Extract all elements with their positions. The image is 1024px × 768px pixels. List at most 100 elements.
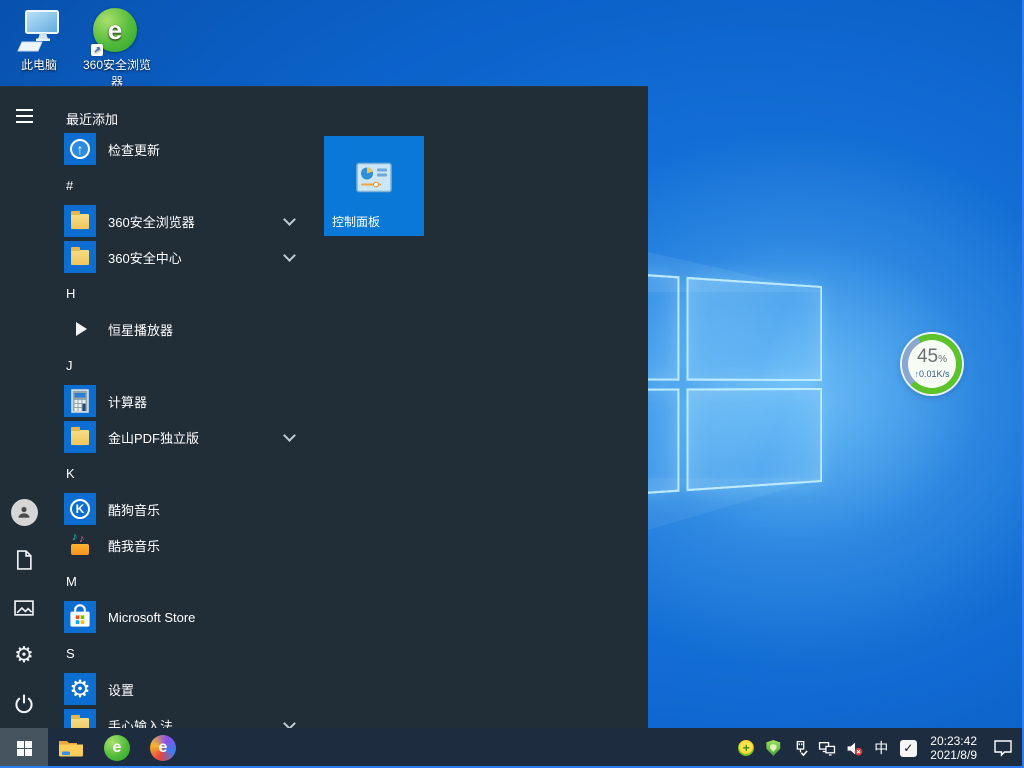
- settings-gear-icon: [64, 673, 96, 705]
- user-avatar: [11, 499, 38, 526]
- kuwo-music-icon: [64, 529, 96, 561]
- pictures-button[interactable]: [0, 584, 48, 632]
- start-menu: ⚙ 最近添加 检查更新 # 360安全浏览器 360安全中心 H: [0, 86, 648, 728]
- speed-ball-face: 45% ↑0.01K/s: [908, 340, 956, 388]
- file-explorer-icon: [58, 738, 84, 758]
- tile-control-panel[interactable]: 控制面板: [324, 136, 424, 236]
- kugou-music-icon: [64, 493, 96, 525]
- menu-item-label: 设置: [108, 680, 134, 699]
- menu-item-label: 手心输入法: [108, 716, 173, 729]
- menu-item-kuwo-music[interactable]: 酷我音乐: [58, 527, 310, 563]
- menu-item-label: 360安全浏览器: [108, 212, 195, 231]
- safely-remove-hardware-button[interactable]: [791, 739, 809, 757]
- control-panel-icon: [356, 163, 392, 198]
- volume-tray-button[interactable]: [845, 739, 863, 757]
- ime-check-icon: ✓: [900, 740, 917, 757]
- power-button[interactable]: [0, 680, 48, 728]
- network-tray-button[interactable]: [818, 739, 836, 757]
- section-letter-s[interactable]: S: [58, 635, 310, 671]
- 360-antivirus-tray-button[interactable]: +: [737, 739, 755, 757]
- menu-item-kingsoft-pdf-group[interactable]: 金山PDF独立版: [58, 419, 310, 455]
- menu-item-label: 360安全中心: [108, 248, 182, 267]
- folder-icon: [64, 421, 96, 453]
- windows-logo-pane: [686, 388, 822, 492]
- section-letter-h[interactable]: H: [58, 275, 310, 311]
- section-letter-m[interactable]: M: [58, 563, 310, 599]
- menu-item-label: 酷我音乐: [108, 536, 160, 555]
- taskbar: e e +: [0, 728, 1024, 768]
- chevron-down-icon[interactable]: [283, 429, 296, 442]
- menu-item-label: 金山PDF独立版: [108, 428, 199, 447]
- windows-logo-pane: [686, 277, 822, 381]
- menu-item-shouxin-ime-group[interactable]: 手心输入法: [58, 707, 310, 728]
- document-icon: [13, 549, 35, 571]
- 360-speed-browser-taskbar-button[interactable]: e: [140, 728, 186, 768]
- calculator-icon: [64, 385, 96, 417]
- usb-icon: [792, 740, 809, 757]
- action-center-button[interactable]: [990, 739, 1016, 757]
- 360-antivirus-icon: +: [738, 740, 754, 756]
- menu-item-kugou-music[interactable]: 酷狗音乐: [58, 491, 310, 527]
- clock-date: 2021/8/9: [930, 748, 977, 762]
- documents-button[interactable]: [0, 536, 48, 584]
- network-speed: ↑0.01K/s: [914, 369, 949, 380]
- menu-item-star-player[interactable]: 恒星播放器: [58, 311, 310, 347]
- windows-logo-icon: [17, 741, 32, 756]
- section-letter-k[interactable]: K: [58, 455, 310, 491]
- volume-muted-icon: [846, 740, 863, 757]
- chevron-down-icon[interactable]: [283, 717, 296, 728]
- section-letter-j[interactable]: J: [58, 347, 310, 383]
- 360-browser-taskbar-button[interactable]: e: [94, 728, 140, 768]
- speed-ball-widget[interactable]: 45% ↑0.01K/s: [902, 334, 962, 394]
- computer-icon: [15, 8, 63, 54]
- gear-icon: ⚙: [14, 645, 34, 667]
- ime-language-indicator[interactable]: 中: [872, 739, 890, 757]
- menu-item-360-browser-group[interactable]: 360安全浏览器: [58, 203, 310, 239]
- network-icon: [818, 740, 836, 756]
- shield-icon: [766, 740, 781, 756]
- menu-item-360-security-group[interactable]: 360安全中心: [58, 239, 310, 275]
- menu-item-label: 恒星播放器: [108, 320, 173, 339]
- menu-item-calculator[interactable]: 计算器: [58, 383, 310, 419]
- desktop-icon-label: 此电脑: [21, 56, 57, 73]
- shortcut-arrow-icon: ↗: [91, 44, 103, 56]
- power-icon: [13, 693, 35, 715]
- menu-item-microsoft-store[interactable]: Microsoft Store: [58, 599, 310, 635]
- 360-browser-icon: e: [104, 735, 130, 761]
- menu-item-label: 计算器: [108, 392, 147, 411]
- memory-percent: 45%: [917, 348, 947, 369]
- desktop-icon-360-browser[interactable]: e ↗ 360安全浏览器: [78, 8, 156, 90]
- windows-update-icon: [64, 133, 96, 165]
- folder-icon: [64, 241, 96, 273]
- desktop-icon-this-pc[interactable]: 此电脑: [0, 8, 78, 73]
- taskbar-clock[interactable]: 20:23:42 2021/8/9: [926, 734, 981, 762]
- menu-item-label: 酷狗音乐: [108, 500, 160, 519]
- star-player-icon: [64, 313, 96, 345]
- chevron-down-icon[interactable]: [283, 249, 296, 262]
- file-explorer-button[interactable]: [48, 728, 94, 768]
- folder-icon: [64, 205, 96, 237]
- clock-time: 20:23:42: [930, 734, 977, 748]
- start-button[interactable]: [0, 728, 48, 768]
- chevron-down-icon[interactable]: [283, 213, 296, 226]
- hamburger-icon: [16, 115, 33, 117]
- start-menu-app-list: 最近添加 检查更新 # 360安全浏览器 360安全中心 H 恒星播放器: [58, 106, 310, 728]
- menu-item-label: 检查更新: [108, 140, 160, 159]
- shouxin-ime-tray-button[interactable]: ✓: [899, 739, 917, 757]
- menu-item-check-updates[interactable]: 检查更新: [58, 131, 310, 167]
- expand-menu-button[interactable]: [0, 92, 48, 140]
- 360-speed-browser-icon: e: [150, 735, 176, 761]
- section-letter-hash[interactable]: #: [58, 167, 310, 203]
- user-account-button[interactable]: [0, 488, 48, 536]
- action-center-icon: [993, 739, 1013, 757]
- recent-added-header: 最近添加: [58, 106, 310, 131]
- settings-button[interactable]: ⚙: [0, 632, 48, 680]
- desktop-icon-label: 360安全浏览器: [78, 56, 156, 90]
- 360-browser-icon: e ↗: [93, 8, 141, 54]
- desktop-screen: 此电脑 e ↗ 360安全浏览器 45% ↑0.01K/s: [0, 0, 1024, 768]
- menu-item-settings[interactable]: 设置: [58, 671, 310, 707]
- tile-label: 控制面板: [332, 213, 380, 230]
- folder-icon: [64, 709, 96, 728]
- 360-safeguard-tray-button[interactable]: [764, 739, 782, 757]
- store-icon: [64, 601, 96, 633]
